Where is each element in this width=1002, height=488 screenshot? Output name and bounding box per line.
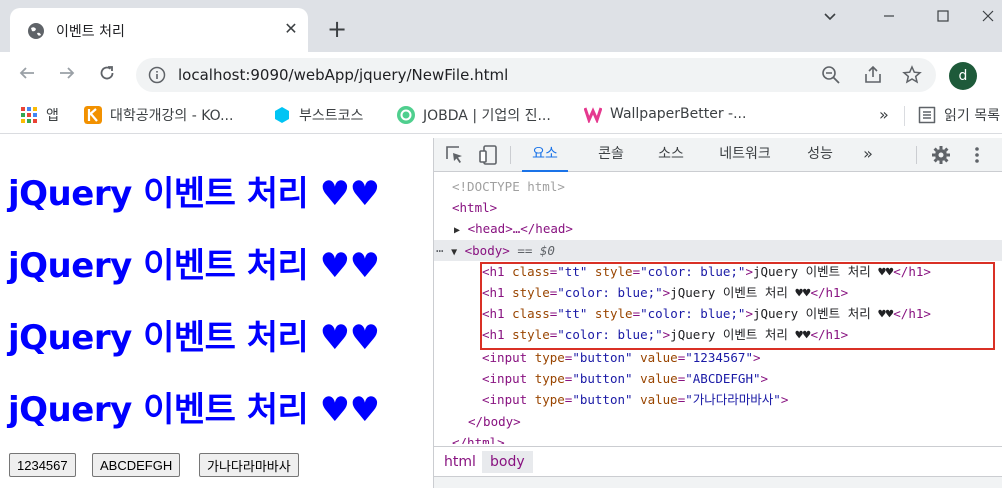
forward-button[interactable] <box>53 61 81 89</box>
minimize-button[interactable] <box>874 4 904 32</box>
tab-performance[interactable]: 성능 <box>800 138 840 172</box>
collapse-arrow-icon[interactable]: ▼ <box>451 247 457 258</box>
close-tab-icon[interactable]: ✕ <box>280 18 302 40</box>
highlight-box <box>480 262 995 350</box>
address-bar[interactable]: localhost:9090/webApp/jquery/NewFile.htm… <box>136 58 936 92</box>
bookmark-label: WallpaperBetter -... <box>610 106 747 122</box>
breadcrumb: html body <box>434 446 1002 476</box>
reading-list-label: 읽기 목록 <box>944 108 1000 124</box>
bookmarks-divider <box>904 106 905 126</box>
bookmarks-bar: 앱 대학공개강의 - KO... 부스트코스 JOBDA | 기업의 진... … <box>0 98 1002 134</box>
jobda-icon <box>397 106 415 124</box>
wallpaperbetter-icon <box>584 107 602 123</box>
globe-icon <box>28 23 44 39</box>
devtools-divider <box>916 146 917 164</box>
tab-console[interactable]: 콘솔 <box>588 138 634 172</box>
reload-button[interactable] <box>93 61 121 89</box>
inspect-element-icon[interactable] <box>444 144 466 166</box>
attr-value: "ABCDEFGH" <box>685 371 761 386</box>
tab-search-button[interactable] <box>815 4 845 32</box>
kebab-menu-icon[interactable] <box>966 144 988 166</box>
page-heading: jQuery 이벤트 처리 ♥♥ <box>8 390 380 430</box>
new-tab-button[interactable]: + <box>322 14 352 44</box>
arrow-left-icon <box>19 67 34 79</box>
close-icon <box>982 10 994 22</box>
maximize-icon <box>937 10 949 22</box>
reload-icon <box>100 66 114 80</box>
reading-list-button[interactable]: 읽기 목록 <box>918 105 1000 127</box>
zoom-icon[interactable] <box>820 64 842 86</box>
url-text[interactable]: localhost:9090/webApp/jquery/NewFile.htm… <box>178 66 508 84</box>
more-tabs-button[interactable]: » <box>854 138 882 172</box>
reading-list-icon <box>918 106 936 124</box>
share-icon[interactable] <box>862 64 884 86</box>
bookmark-label: 대학공개강의 - KO... <box>110 108 234 124</box>
attr-value: "button" <box>572 350 633 365</box>
bookmark-boostcourse[interactable]: 부스트코스 <box>273 105 363 127</box>
bookmark-kocw[interactable]: 대학공개강의 - KO... <box>84 105 233 127</box>
selected-marker: == $0 <box>517 243 555 258</box>
bookmark-wallpaperbetter[interactable]: WallpaperBetter -... <box>584 105 746 127</box>
close-window-button[interactable] <box>973 4 1002 32</box>
tab-strip: 이벤트 처리 ✕ + <box>0 0 1002 52</box>
input-node[interactable]: <input type="button" value="가나다라마바사"> <box>482 389 788 410</box>
bookmark-label: 앱 <box>46 108 59 124</box>
minimize-icon <box>884 15 894 17</box>
page-heading: jQuery 이벤트 처리 ♥♥ <box>8 246 380 286</box>
info-icon[interactable] <box>148 66 166 84</box>
profile-avatar[interactable]: d <box>949 62 977 90</box>
expand-arrow-icon[interactable]: ▶ <box>454 225 460 236</box>
page-heading: jQuery 이벤트 처리 ♥♥ <box>8 318 380 358</box>
body-close-tag[interactable]: </body> <box>468 411 521 432</box>
arrow-right-icon <box>60 67 75 79</box>
attr-value: "가나다라마바사" <box>685 392 781 407</box>
kocw-icon <box>84 106 102 124</box>
chevron-down-icon <box>824 13 836 21</box>
head-node-text: <head>…</head> <box>467 221 573 236</box>
head-node[interactable]: ▶ <head>…</head> <box>454 218 573 239</box>
styles-pane-tabs <box>434 476 1002 488</box>
attr-value: "1234567" <box>685 350 753 365</box>
doctype-node[interactable]: <!DOCTYPE html> <box>452 176 565 197</box>
body-node[interactable]: ⋯ ▼ <body> == $0 <box>436 240 555 261</box>
gear-icon[interactable] <box>930 144 952 166</box>
button-abcdefgh[interactable]: ABCDEFGH <box>92 453 181 477</box>
device-toolbar-icon[interactable] <box>478 144 500 166</box>
bookmark-label: JOBDA | 기업의 진... <box>423 108 551 124</box>
html-node[interactable]: <html> <box>452 197 497 218</box>
bookmark-star-icon[interactable] <box>901 64 923 86</box>
browser-tab[interactable]: 이벤트 처리 ✕ <box>10 8 308 52</box>
page-heading: jQuery 이벤트 처리 ♥♥ <box>8 174 380 214</box>
ellipsis-icon[interactable]: ⋯ <box>436 243 444 258</box>
tab-sources[interactable]: 소스 <box>648 138 694 172</box>
breadcrumb-html[interactable]: html <box>436 451 484 473</box>
html-close-tag[interactable]: </html> <box>452 432 505 444</box>
button-korean-letters[interactable]: 가나다라마바사 <box>199 453 299 477</box>
back-button[interactable] <box>13 61 41 89</box>
devtools-tab-bar: 요소 콘솔 소스 네트워크 성능 » <box>434 138 1002 172</box>
bookmarks-overflow-button[interactable]: » <box>879 105 889 127</box>
bookmark-label: 부스트코스 <box>299 108 364 124</box>
tab-network[interactable]: 네트워크 <box>710 138 780 172</box>
page-viewport: jQuery 이벤트 처리 ♥♥ jQuery 이벤트 처리 ♥♥ jQuery… <box>0 138 433 488</box>
button-1234567[interactable]: 1234567 <box>9 453 76 477</box>
devtools-divider <box>510 146 511 164</box>
attr-value: "button" <box>572 371 633 386</box>
attr-value: "button" <box>572 392 633 407</box>
browser-toolbar: localhost:9090/webApp/jquery/NewFile.htm… <box>0 52 1002 98</box>
tab-title: 이벤트 처리 <box>56 24 125 40</box>
bookmark-jobda[interactable]: JOBDA | 기업의 진... <box>397 105 551 127</box>
input-node[interactable]: <input type="button" value="ABCDEFGH"> <box>482 368 768 389</box>
tab-elements[interactable]: 요소 <box>522 138 568 172</box>
apps-grid-icon <box>21 107 37 123</box>
maximize-button[interactable] <box>928 4 958 32</box>
body-open-tag: <body> <box>464 243 510 258</box>
input-node[interactable]: <input type="button" value="1234567"> <box>482 347 761 368</box>
breadcrumb-body[interactable]: body <box>482 451 533 473</box>
bookmark-apps[interactable]: 앱 <box>20 105 59 127</box>
boostcourse-icon <box>275 107 289 123</box>
